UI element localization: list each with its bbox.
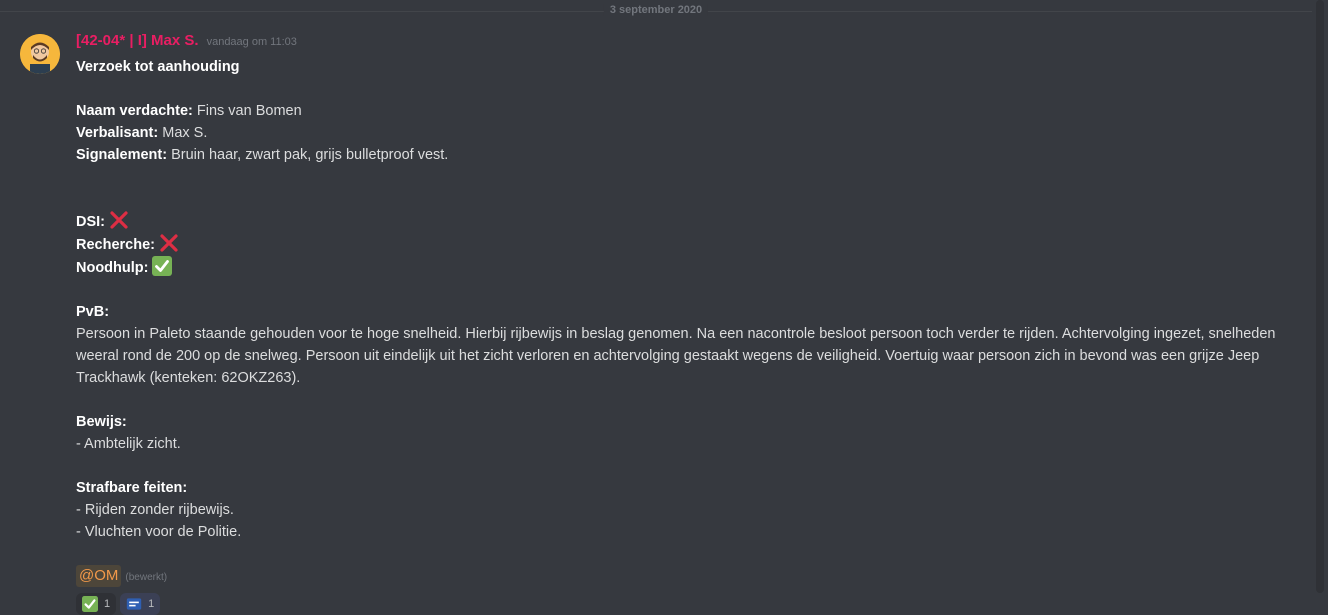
officer-label: Verbalisant: xyxy=(76,125,159,141)
date-divider-text: 3 september 2020 xyxy=(603,4,709,16)
recherche-label: Recherche: xyxy=(76,237,155,253)
recherche-line: Recherche: xyxy=(76,233,1316,256)
feiten-heading: Strafbare feiten: xyxy=(76,477,1316,499)
feiten-item: - Vluchten voor de Politie. xyxy=(76,524,242,540)
bewijs-item: - Ambtelijk zicht. xyxy=(76,436,181,452)
bewijs-heading: Bewijs: xyxy=(76,411,1316,433)
officer-line: Verbalisant: Max S. xyxy=(76,122,1316,144)
reactions: 1 1 xyxy=(76,593,1316,615)
reaction-custom[interactable]: 1 xyxy=(120,593,161,615)
description-label: Signalement: xyxy=(76,147,168,163)
suspect-label: Naam verdachte: xyxy=(76,103,193,119)
avatar[interactable] xyxy=(20,34,60,74)
date-divider: 3 september 2020 xyxy=(0,0,1312,22)
reaction-check[interactable]: 1 xyxy=(76,593,117,615)
suspect-value: Fins van Bomen xyxy=(196,103,302,119)
cross-mark-icon xyxy=(110,211,128,229)
pvb-label: PvB: xyxy=(76,304,110,320)
description-value: Bruin haar, zwart pak, grijs bulletproof… xyxy=(171,147,449,163)
scrollbar[interactable] xyxy=(1312,0,1328,593)
role-mention[interactable]: @OM xyxy=(76,565,122,587)
dsi-label: DSI: xyxy=(76,214,105,230)
custom-emoji-icon xyxy=(126,598,142,610)
officer-value: Max S. xyxy=(162,125,208,141)
reaction-count: 1 xyxy=(104,598,111,610)
reaction-count: 1 xyxy=(148,598,155,610)
username[interactable]: [42-04* | I] Max S. xyxy=(76,32,199,49)
avatar-icon xyxy=(20,34,60,74)
feiten-item: - Rijden zonder rijbewijs. xyxy=(76,502,234,518)
bewijs-label: Bewijs: xyxy=(76,414,127,430)
noodhulp-label: Noodhulp: xyxy=(76,260,149,276)
scroll-track[interactable] xyxy=(1316,0,1324,593)
title-text: Verzoek tot aanhouding xyxy=(76,59,240,75)
message-header: [42-04* | I] Max S. vandaag om 11:03 xyxy=(76,32,1316,56)
description-line: Signalement: Bruin haar, zwart pak, grij… xyxy=(76,144,1316,166)
pvb-heading: PvB: xyxy=(76,301,1316,323)
feiten-label: Strafbare feiten: xyxy=(76,480,188,496)
message-title: Verzoek tot aanhouding xyxy=(76,56,1316,78)
message-content: [42-04* | I] Max S. vandaag om 11:03 Ver… xyxy=(76,30,1316,615)
edited-label: (bewerkt) xyxy=(125,572,168,583)
check-icon xyxy=(82,596,98,612)
dsi-line: DSI: xyxy=(76,210,1316,233)
timestamp[interactable]: vandaag om 11:03 xyxy=(207,36,297,48)
cross-mark-icon xyxy=(160,234,178,252)
suspect-line: Naam verdachte: Fins van Bomen xyxy=(76,100,1316,122)
check-mark-icon xyxy=(152,256,173,276)
pvb-text: Persoon in Paleto staande gehouden voor … xyxy=(76,326,1276,386)
noodhulp-line: Noodhulp: xyxy=(76,256,1316,279)
mention-line: @OM (bewerkt) xyxy=(76,565,1316,589)
